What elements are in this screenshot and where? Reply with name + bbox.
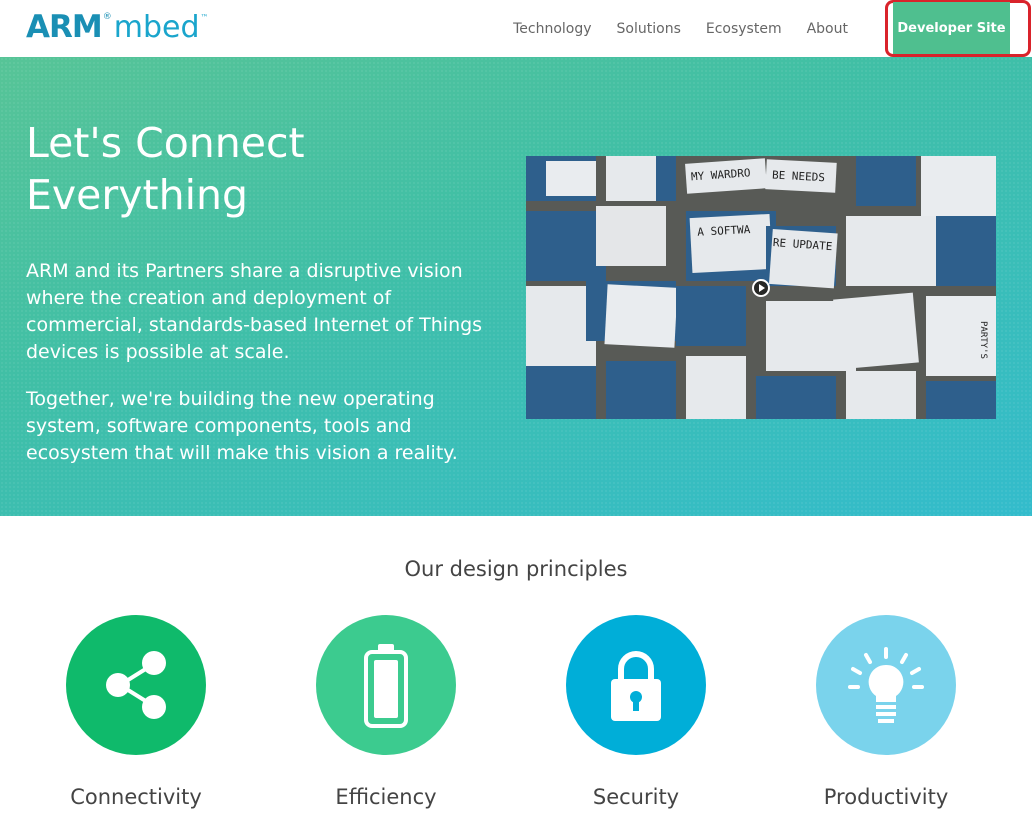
logo-registered-mark: ®	[102, 12, 112, 22]
battery-icon	[364, 644, 408, 728]
connectivity-circle	[66, 615, 206, 755]
hero-section: Let's Connect Everything ARM and its Par…	[0, 57, 1032, 516]
principle-security: Security	[566, 615, 706, 809]
sign-text-2: BE NEEDS	[772, 168, 826, 184]
principle-efficiency: Efficiency	[316, 615, 456, 809]
nav-about[interactable]: About	[807, 21, 848, 37]
principle-productivity: Productivity	[816, 615, 956, 809]
site-header: ARM ® mbed ™ Technology Solutions Ecosys…	[0, 0, 1032, 57]
hero-video[interactable]: MY WARDRO BE NEEDS A SOFTWA RE UPDATE PA…	[526, 156, 996, 419]
hero-title: Let's Connect Everything	[26, 119, 305, 219]
security-circle	[566, 615, 706, 755]
arm-mbed-logo[interactable]: ARM ® mbed ™	[26, 8, 209, 46]
logo-trademark: ™	[200, 13, 209, 22]
lightbulb-icon	[848, 647, 924, 723]
developer-site-button[interactable]: Developer Site	[893, 2, 1010, 54]
hero-paragraph-2: Together, we're building the new operati…	[26, 388, 458, 464]
sign-text-5: PARTY'S	[978, 321, 988, 359]
share-icon	[106, 651, 166, 719]
productivity-circle	[816, 615, 956, 755]
nav-solutions[interactable]: Solutions	[617, 21, 681, 37]
main-nav: Technology Solutions Ecosystem About	[513, 0, 848, 57]
nav-ecosystem[interactable]: Ecosystem	[706, 21, 782, 37]
nav-technology[interactable]: Technology	[513, 21, 591, 37]
logo-arm-text: ARM	[26, 9, 103, 45]
lock-icon	[611, 651, 661, 721]
hero-paragraph-1: ARM and its Partners share a disruptive …	[26, 260, 483, 363]
security-label: Security	[592, 785, 680, 809]
logo-mbed-text: mbed	[113, 10, 200, 45]
play-icon[interactable]	[752, 279, 770, 297]
efficiency-circle	[316, 615, 456, 755]
productivity-label: Productivity	[823, 785, 949, 809]
efficiency-label: Efficiency	[335, 785, 437, 809]
principle-connectivity: Connectivity	[66, 615, 206, 809]
connectivity-label: Connectivity	[70, 785, 202, 809]
principles-title: Our design principles	[404, 557, 628, 581]
